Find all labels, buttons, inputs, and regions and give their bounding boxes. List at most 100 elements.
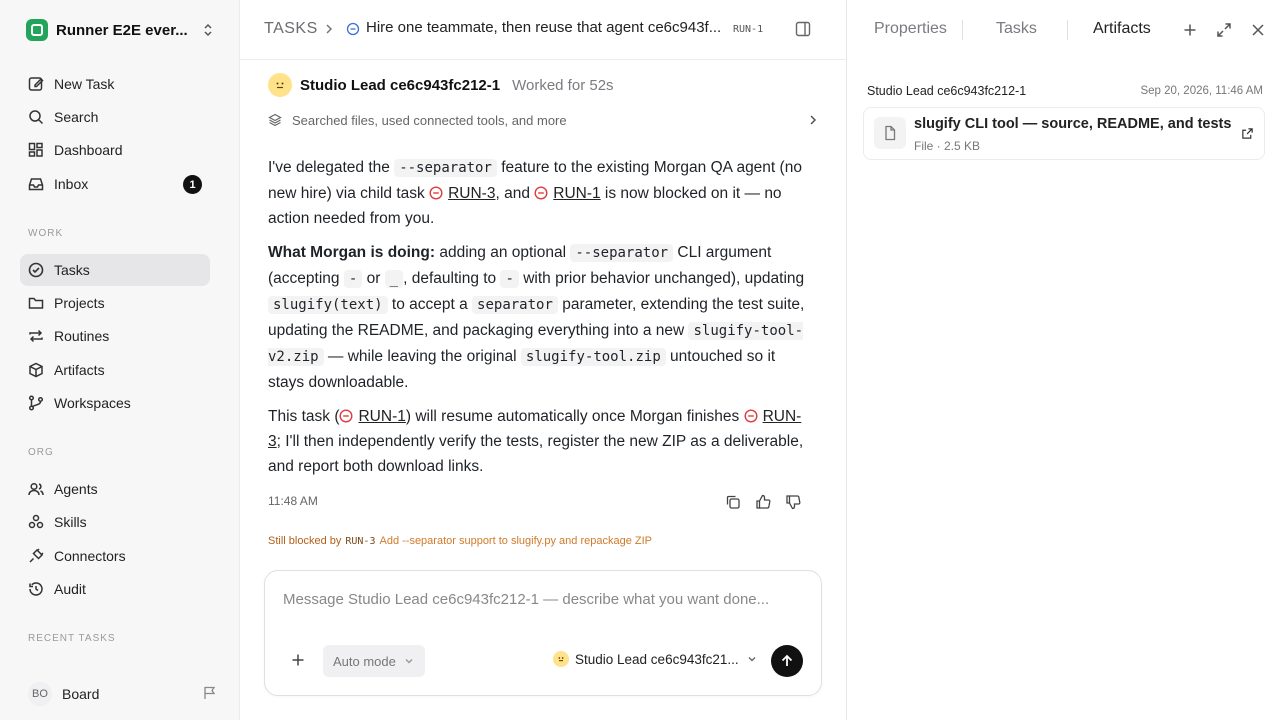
sidebar-item-routines[interactable]: Routines (20, 320, 210, 352)
blocked-icon (429, 186, 443, 200)
details-panel: Properties Tasks Artifacts Studio Lead c… (847, 0, 1280, 720)
add-icon[interactable] (1181, 21, 1199, 39)
sidebar-item-projects[interactable]: Projects (20, 287, 210, 319)
blocked-label: Still blocked by (268, 535, 342, 547)
workspace-switcher[interactable]: Runner E2E ever... (20, 16, 220, 44)
chevron-right-icon (326, 24, 333, 34)
sidebar-item-tasks[interactable]: Tasks (20, 254, 210, 286)
text-span: to accept a (387, 296, 473, 313)
sidebar-item-skills[interactable]: Skills (20, 506, 210, 538)
task-thread: TASKS Hire one teammate, then reuse that… (240, 0, 847, 720)
add-icon[interactable] (289, 651, 307, 669)
page-title: Hire one teammate, then reuse that agent… (366, 19, 722, 36)
user-profile[interactable]: BO Board (28, 681, 218, 707)
inline-code: --separator (394, 159, 497, 177)
breadcrumb: TASKS Hire one teammate, then reuse that… (240, 0, 847, 60)
external-link-icon[interactable] (1241, 127, 1254, 140)
workspace-logo-icon (26, 19, 48, 41)
expand-icon[interactable] (1215, 21, 1233, 39)
artifact-card[interactable]: slugify CLI tool — source, README, and t… (863, 107, 1265, 160)
inline-code: slugify-tool.zip (520, 348, 666, 366)
blocking-run-id[interactable]: RUN-3 (345, 536, 375, 547)
section-label-recent: RECENT TASKS (28, 633, 116, 644)
run-1-link[interactable]: RUN-1 (358, 408, 405, 425)
sidebar-item-dashboard[interactable]: Dashboard (20, 134, 210, 166)
inline-code: separator (472, 296, 558, 314)
activity-summary[interactable]: Searched files, used connected tools, an… (268, 110, 820, 130)
sidebar-item-audit[interactable]: Audit (20, 573, 210, 605)
sidebar-item-artifacts[interactable]: Artifacts (20, 354, 210, 386)
sidebar-item-new-task[interactable]: New Task (20, 68, 210, 100)
sidebar-item-label: Agents (54, 481, 98, 497)
section-label-org: ORG (28, 447, 54, 458)
sidebar-item-agents[interactable]: Agents (20, 473, 210, 505)
thumbs-up-button[interactable] (754, 493, 772, 511)
history-icon (29, 582, 43, 596)
blocking-task-title[interactable]: Add --separator support to slugify.py an… (379, 535, 652, 547)
inline-code: slugify(text) (268, 296, 388, 314)
run-1-link[interactable]: RUN-1 (553, 185, 600, 202)
text-span: or (362, 270, 385, 287)
text-span: This task ( (268, 408, 340, 425)
bold-text: What Morgan is doing: (268, 244, 436, 261)
mode-dropdown[interactable]: Auto mode (323, 645, 425, 677)
chevron-updown-icon (204, 23, 212, 37)
copy-button[interactable] (724, 493, 742, 511)
message-header: Studio Lead ce6c943fc212-1 Worked for 52… (268, 72, 614, 98)
avatar: BO (28, 682, 52, 706)
text-span: adding an optional (435, 244, 571, 261)
repeat-icon (29, 329, 43, 343)
run-3-link[interactable]: RUN-3 (448, 185, 495, 202)
inline-code: - (343, 270, 363, 288)
inline-code: - (500, 270, 519, 288)
inline-code: --separator (570, 244, 674, 262)
tab-divider (962, 20, 963, 40)
send-button[interactable] (771, 645, 803, 677)
tab-artifacts[interactable]: Artifacts (1093, 20, 1151, 38)
sidebar-item-search[interactable]: Search (20, 101, 210, 133)
run-id-badge: RUN-1 (733, 24, 764, 35)
agent-selector[interactable]: Studio Lead ce6c943fc21... (553, 651, 757, 667)
breadcrumb-tasks-link[interactable]: TASKS (264, 20, 318, 38)
sidebar-item-label: Routines (54, 328, 110, 344)
thumbs-down-button[interactable] (784, 493, 802, 511)
artifact-meta: File · 2.5 KB (914, 139, 981, 153)
panel-toggle-icon[interactable] (794, 20, 812, 38)
sidebar-item-connectors[interactable]: Connectors (20, 540, 210, 572)
text-span: , and (495, 185, 535, 202)
artifact-owner: Studio Lead ce6c943fc212-1 (867, 84, 1027, 98)
activity-summary-text: Searched files, used connected tools, an… (292, 112, 567, 128)
text-span: ; I'll then independently verify the tes… (268, 433, 804, 475)
section-label-work: WORK (28, 228, 64, 239)
tab-divider (1067, 20, 1068, 40)
sidebar-item-label: New Task (54, 76, 115, 92)
sidebar-item-workspaces[interactable]: Workspaces (20, 387, 210, 419)
box-icon (29, 362, 43, 378)
sidebar-item-label: Connectors (54, 548, 126, 564)
message-timestamp: 11:48 AM (268, 494, 318, 508)
chevron-right-icon (810, 115, 817, 125)
skills-icon (28, 514, 44, 529)
message-paragraph: I've delegated the --separator feature t… (268, 155, 808, 231)
message-input[interactable] (283, 591, 803, 608)
sidebar-item-label: Inbox (54, 176, 89, 192)
sidebar-item-inbox[interactable]: Inbox 1 (20, 168, 210, 200)
panel-tabs: Properties Tasks Artifacts (847, 0, 1280, 60)
user-name: Board (62, 686, 100, 702)
inbox-count-badge: 1 (183, 175, 202, 194)
sidebar: Runner E2E ever... New Task Search Dashb… (0, 0, 240, 720)
sidebar-item-label: Search (54, 109, 99, 125)
tab-tasks[interactable]: Tasks (996, 20, 1037, 38)
blocked-icon (744, 409, 758, 423)
close-icon[interactable] (1249, 21, 1267, 39)
folder-icon (28, 297, 44, 309)
smiley-icon (558, 657, 564, 662)
copy-icon (726, 495, 740, 509)
flag-icon[interactable] (202, 685, 218, 701)
thumbs-down-icon (786, 495, 801, 510)
agent-avatar (268, 73, 292, 97)
tab-properties[interactable]: Properties (874, 20, 947, 38)
agent-selector-label: Studio Lead ce6c943fc21... (575, 651, 739, 667)
message-paragraph: What Morgan is doing: adding an optional… (268, 240, 808, 395)
text-span: , defaulting to (403, 270, 501, 287)
